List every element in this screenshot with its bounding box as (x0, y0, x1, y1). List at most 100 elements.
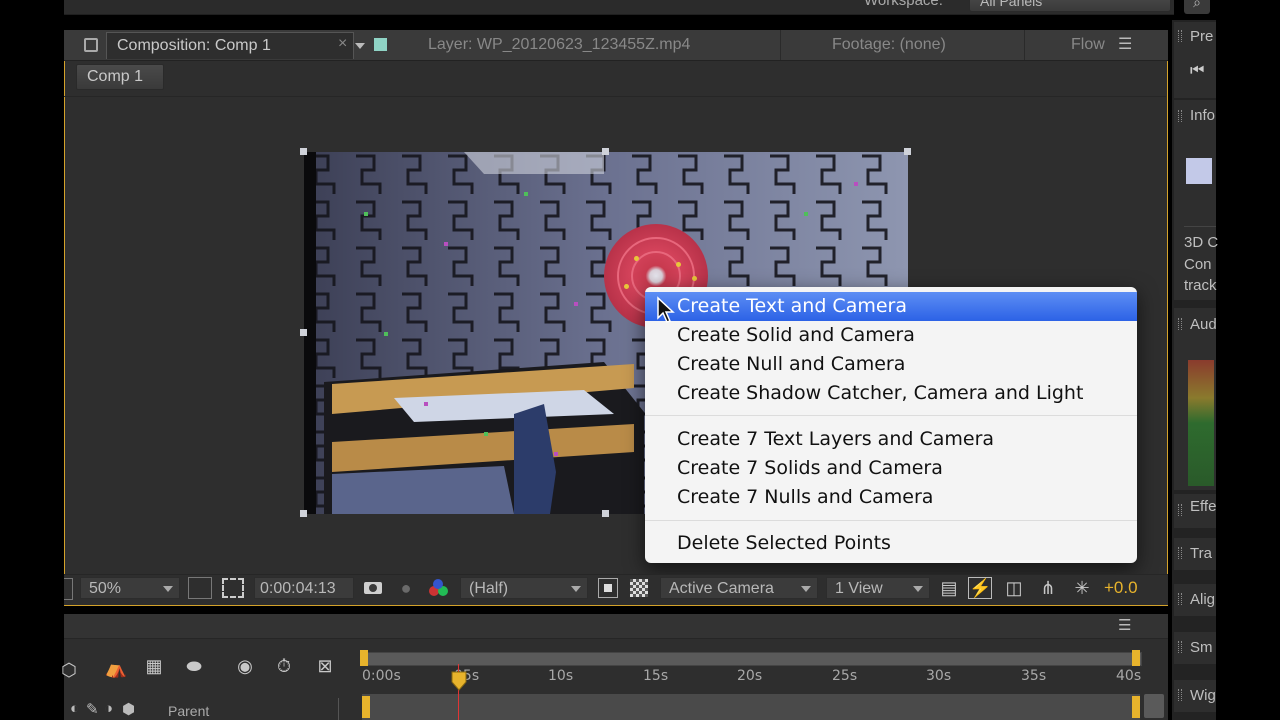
selection-handle[interactable] (602, 148, 609, 155)
fast-preview-toggle-icon[interactable]: ⚡ (968, 577, 992, 599)
layer-3d-icon[interactable]: ⬢ (122, 700, 135, 718)
tab-footage[interactable]: Footage: (none) (832, 36, 946, 54)
smoother-panel-label[interactable]: Sm (1190, 639, 1213, 656)
exposure-reset-icon[interactable]: ✳ (1070, 578, 1094, 598)
audio-panel-label[interactable]: Aud (1190, 316, 1217, 333)
hide-shy-layers-icon[interactable]: ▦ (140, 656, 168, 682)
motion-blur-icon[interactable]: ◉ (230, 656, 260, 682)
region-of-interest-icon[interactable] (222, 578, 244, 598)
frame-blending-icon[interactable]: ⬬ (180, 656, 208, 682)
menu-item-create-solid-and-camera[interactable]: Create Solid and Camera (645, 321, 1137, 350)
tab-composition[interactable]: Composition: Comp 1 (106, 32, 365, 59)
selection-handle[interactable] (300, 148, 307, 155)
panel-menu-icon[interactable]: ☰ (1118, 616, 1131, 634)
transparency-grid-icon[interactable] (630, 579, 648, 597)
menu-item-create-7-text-layers[interactable]: Create 7 Text Layers and Camera (645, 425, 1137, 454)
track-point[interactable] (484, 432, 488, 436)
brainstorm-icon[interactable]: ⏱ (272, 656, 296, 682)
tab-lock-icon[interactable] (84, 38, 98, 52)
track-point[interactable] (692, 276, 697, 281)
track-point[interactable] (634, 256, 639, 261)
timecode-field[interactable]: 0:00:04:13 (254, 577, 354, 599)
camera-dropdown[interactable]: Active Camera (660, 577, 818, 599)
breadcrumb[interactable]: Comp 1 (76, 64, 164, 90)
selection-handle[interactable] (300, 329, 307, 336)
menu-item-create-shadow-catcher[interactable]: Create Shadow Catcher, Camera and Light (645, 379, 1137, 408)
layer-adjustment-icon[interactable]: ◑ (104, 700, 113, 717)
align-panel-label[interactable]: Alig (1190, 591, 1215, 608)
wiggler-panel-label[interactable]: Wig (1190, 687, 1216, 704)
time-tick-label: 35s (1021, 668, 1047, 684)
track-point[interactable] (804, 212, 808, 216)
fast-previews-icon[interactable] (598, 578, 618, 598)
timeline-scrollbar[interactable] (1144, 694, 1164, 718)
track-point[interactable] (624, 284, 629, 289)
close-icon[interactable]: × (338, 35, 347, 53)
composition-mini-flowchart-icon[interactable]: ⬡ (60, 660, 78, 680)
panel-grip-icon[interactable] (1178, 689, 1182, 701)
selection-handle[interactable] (602, 510, 609, 517)
panel-grip-icon[interactable] (1178, 593, 1182, 605)
toggle-pixel-aspect-icon[interactable]: ▤ (938, 578, 960, 598)
track-point[interactable] (524, 192, 528, 196)
preview-panel-label[interactable]: Pre (1190, 28, 1213, 45)
first-frame-icon[interactable]: ⏮ (1190, 62, 1204, 80)
workspace-value: All Panels (980, 0, 1043, 9)
work-area-bar[interactable] (362, 652, 1142, 666)
track-point[interactable] (444, 242, 448, 246)
menu-item-create-7-solids[interactable]: Create 7 Solids and Camera (645, 454, 1137, 483)
panel-grip-icon[interactable] (1178, 504, 1182, 516)
selection-handle[interactable] (904, 148, 911, 155)
track-point[interactable] (554, 452, 558, 456)
panel-grip-icon[interactable] (1178, 318, 1182, 330)
menu-item-create-text-and-camera[interactable]: Create Text and Camera (645, 292, 1137, 321)
timeline-icon[interactable]: ◫ (1002, 578, 1026, 598)
safe-zones-icon[interactable] (188, 577, 212, 599)
zoom-dropdown[interactable]: 50% (80, 577, 180, 599)
menu-item-delete-selected-points[interactable]: Delete Selected Points (645, 529, 1137, 558)
panel-grip-icon[interactable] (1178, 30, 1182, 42)
layer-bar-track[interactable] (362, 694, 1140, 720)
tab-layer[interactable]: Layer: WP_20120623_123455Z.mp4 (428, 36, 690, 54)
current-time-indicator-icon[interactable] (450, 670, 468, 692)
panel-grip-icon[interactable] (1178, 641, 1182, 653)
time-ruler[interactable]: 0:00s 05s 10s 15s 20s 25s 30s 35s 40s (362, 666, 1141, 690)
search-icon[interactable]: ⌕ (1184, 0, 1210, 14)
info-divider (1184, 226, 1216, 227)
layer-start-handle[interactable] (362, 696, 370, 718)
work-area-start-handle[interactable] (360, 650, 368, 666)
exposure-value[interactable]: +0.0 (1104, 578, 1138, 598)
channels-icon[interactable] (426, 577, 452, 599)
track-point[interactable] (574, 302, 578, 306)
flowchart-icon[interactable]: ⋔ (1036, 578, 1060, 598)
track-point[interactable] (424, 402, 428, 406)
layer-effect-icon[interactable]: ✎ (86, 700, 99, 718)
workspace-dropdown[interactable]: All Panels (969, 0, 1171, 12)
viewer-toolbar-left-edge[interactable] (64, 578, 73, 600)
tab-flow[interactable]: Flow (1071, 36, 1105, 54)
resolution-dropdown[interactable]: (Half) (460, 577, 588, 599)
panel-grip-icon[interactable] (1178, 110, 1182, 122)
info-panel-label[interactable]: Info (1190, 107, 1215, 124)
layer-end-handle[interactable] (1132, 696, 1140, 718)
track-point[interactable] (384, 332, 388, 336)
view-layout-dropdown[interactable]: 1 View (826, 577, 930, 599)
tab-menu-arrow-icon[interactable] (355, 43, 365, 49)
graph-editor-icon[interactable]: ⊠ (310, 656, 340, 682)
selection-handle[interactable] (300, 510, 307, 517)
chevron-down-icon (801, 586, 811, 592)
layer-lock-icon[interactable]: ◐ (70, 700, 79, 717)
draft-3d-icon[interactable]: ⛺ (102, 658, 130, 682)
tracker-panel-label[interactable]: Tra (1190, 545, 1212, 562)
menu-item-create-7-nulls[interactable]: Create 7 Nulls and Camera (645, 483, 1137, 512)
track-point[interactable] (854, 182, 858, 186)
snapshot-icon[interactable] (362, 578, 384, 598)
panel-grip-icon[interactable] (1178, 547, 1182, 559)
effects-panel-label[interactable]: Effe (1190, 498, 1216, 515)
work-area-end-handle[interactable] (1132, 650, 1140, 666)
panel-menu-icon[interactable]: ☰ (1118, 34, 1132, 54)
show-snapshot-icon[interactable]: ● (396, 578, 416, 598)
menu-item-create-null-and-camera[interactable]: Create Null and Camera (645, 350, 1137, 379)
track-point[interactable] (364, 212, 368, 216)
track-point[interactable] (676, 262, 681, 267)
